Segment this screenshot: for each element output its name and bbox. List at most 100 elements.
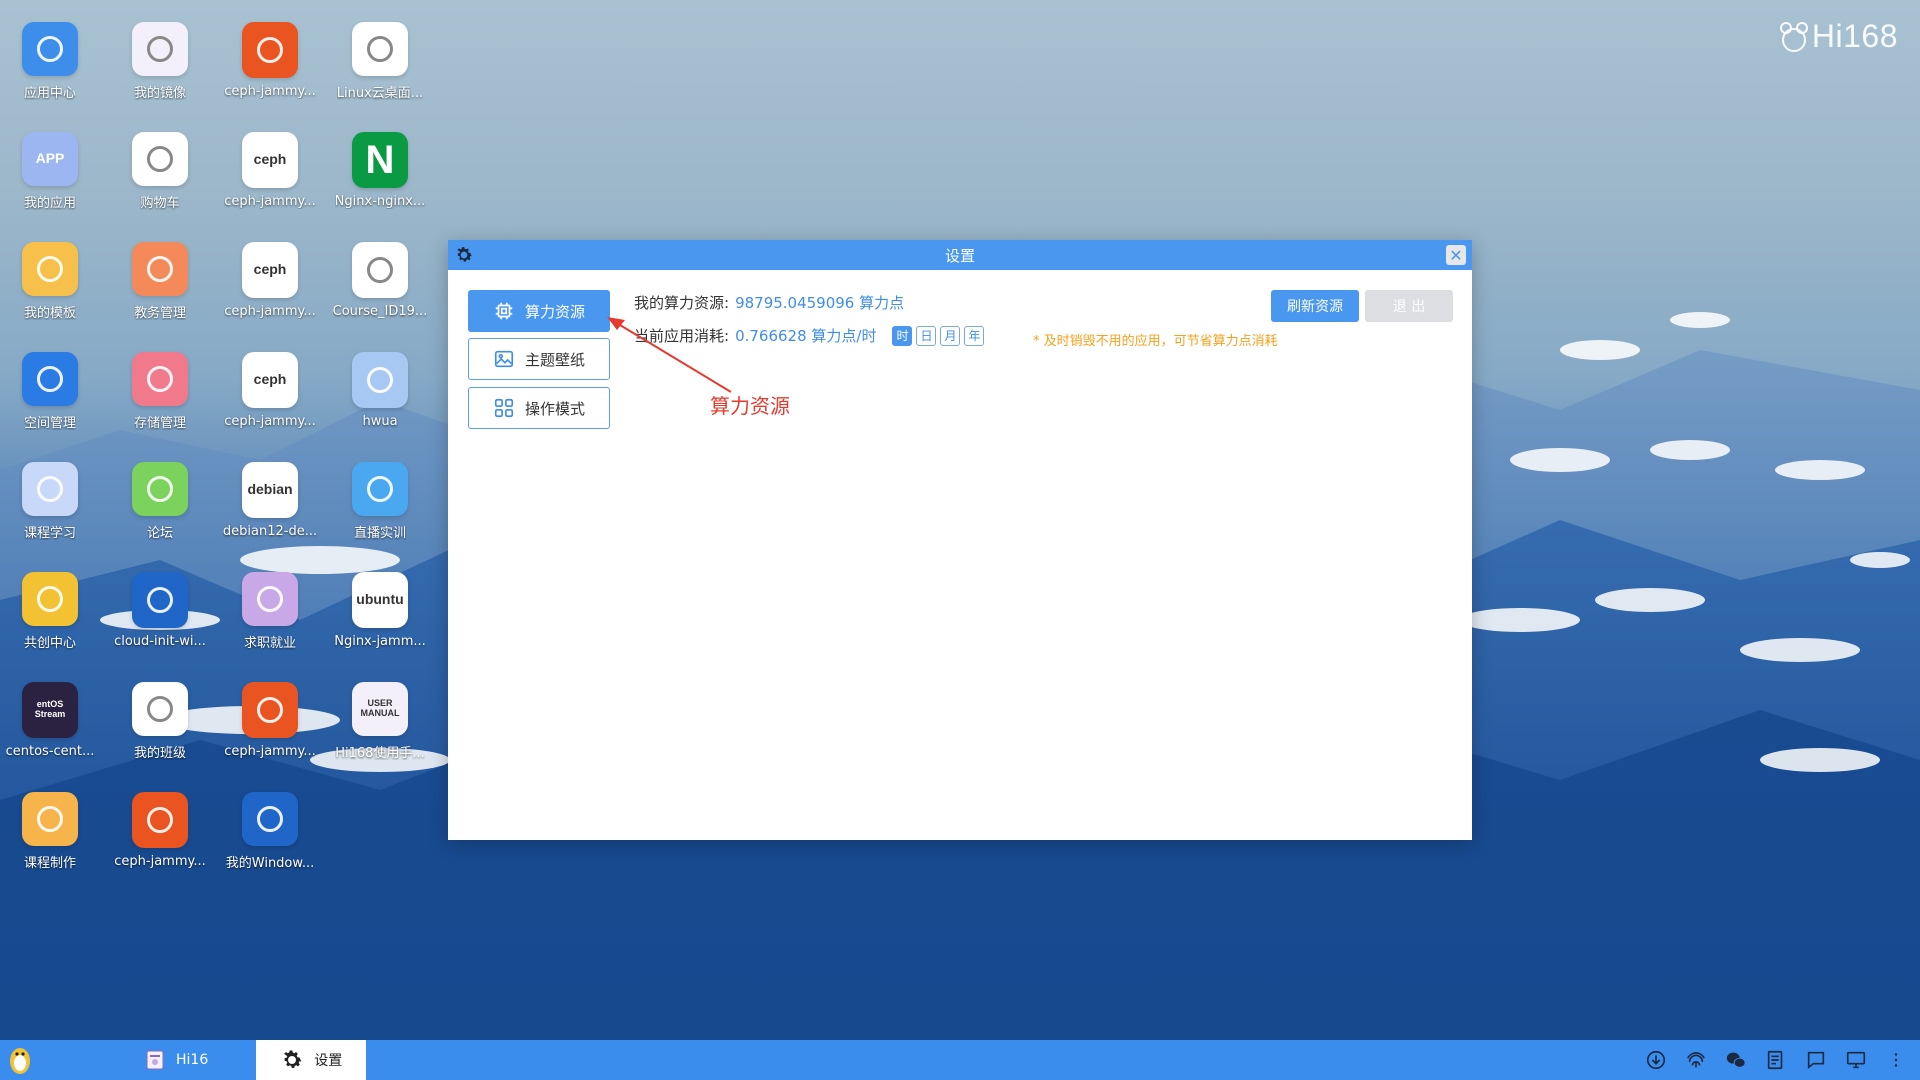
desktop-icon-label: Linux云桌面... [336, 85, 424, 100]
icon-glyph [37, 365, 63, 392]
desktop-icon[interactable]: 课程学习 [0, 440, 100, 540]
icon-badge-text: ceph [253, 151, 287, 168]
more-icon [1894, 1053, 1898, 1067]
dialog-titlebar[interactable]: 设置 ✕ [448, 240, 1472, 270]
taskbar-item-hi16[interactable]: Hi16 [120, 1040, 232, 1080]
gear-icon [284, 1050, 302, 1068]
desktop-icon[interactable]: ubuntu Nginx-jamm... [330, 550, 430, 650]
chat-button[interactable] [1804, 1048, 1828, 1072]
period-year-button[interactable]: 年 [964, 325, 985, 346]
period-month-button[interactable]: 月 [940, 325, 961, 346]
desktop-icon-label: 共创中心 [23, 635, 76, 650]
desktop-icon[interactable]: 空间管理 [0, 330, 100, 430]
desktop-icon[interactable]: 求职就业 [220, 550, 320, 650]
period-hour-button[interactable]: 时 [892, 325, 913, 346]
desktop-icon-label: Hi168使用手... [335, 745, 425, 760]
icon-glyph [37, 475, 63, 502]
desktop-icon[interactable]: hwua [330, 330, 430, 430]
refresh-resource-button[interactable]: 刷新资源 [1271, 290, 1359, 322]
icon-glyph [147, 587, 173, 613]
desktop-icon[interactable]: ceph ceph-jammy... [220, 330, 320, 430]
desktop-icon-label: 我的模板 [23, 305, 76, 320]
desktop-icon-label: ceph-jammy... [224, 744, 316, 759]
tab-compute-resource[interactable]: 算力资源 [468, 290, 610, 332]
start-button[interactable] [0, 1040, 40, 1080]
course-make-icon [22, 792, 78, 846]
desktop-icon[interactable]: ceph-jammy... [220, 0, 320, 100]
icon-glyph [257, 37, 283, 63]
desktop-icon-label: ceph-jammy... [224, 84, 316, 99]
space-icon [22, 352, 78, 406]
mirror-icon [132, 22, 188, 76]
desktop-icon[interactable]: 我的Window... [220, 770, 320, 870]
live-icon [352, 462, 408, 516]
download-button[interactable] [1644, 1048, 1668, 1072]
desktop-icon[interactable]: ceph ceph-jammy... [220, 220, 320, 320]
windows-icon [132, 572, 188, 628]
ubuntu-icon [242, 22, 298, 78]
class-icon [132, 682, 188, 736]
desktop-icon-label: 求职就业 [243, 635, 296, 650]
icon-badge-text: entOS Stream [34, 699, 66, 719]
desktop-icon-label: centos-cent... [5, 744, 95, 759]
desktop-icon-label: 应用中心 [23, 85, 76, 100]
desktop-icon[interactable]: 存储管理 [110, 330, 210, 430]
desktop-icon[interactable]: 我的镜像 [110, 0, 210, 100]
notes-button[interactable] [1764, 1048, 1788, 1072]
desktop-icon[interactable]: ceph-jammy... [110, 770, 210, 870]
settings-dialog: 设置 ✕ 算力资源 主题壁纸 操作模式 我的算力资源: 98795.045909… [448, 240, 1472, 840]
debian-icon: debian [242, 462, 298, 518]
taskbar-item-label: Hi16 [176, 1052, 209, 1068]
desktop-icon[interactable]: cloud-init-wi... [110, 550, 210, 650]
brand-logo: Hi168 [1779, 18, 1898, 55]
close-button[interactable]: ✕ [1446, 245, 1466, 265]
desktop-icon[interactable]: APP 我的应用 [0, 110, 100, 210]
tab-theme-wallpaper[interactable]: 主题壁纸 [468, 338, 610, 380]
taskbar-item-settings[interactable]: 设置 [256, 1040, 367, 1080]
desktop-icon[interactable]: Course_ID19... [330, 220, 430, 320]
desktop-icon[interactable]: debian debian12-de... [220, 440, 320, 540]
desktop-icon[interactable]: 教务管理 [110, 220, 210, 320]
period-day-button[interactable]: 日 [916, 325, 937, 346]
windows-icon [242, 792, 298, 846]
desktop-icon[interactable]: 我的班级 [110, 660, 210, 760]
more-button[interactable] [1884, 1048, 1908, 1072]
gear-icon [457, 247, 472, 262]
tab-label: 主题壁纸 [524, 350, 585, 369]
desktop-icon[interactable]: ceph-jammy... [220, 660, 320, 760]
desktop-icon[interactable]: 课程制作 [0, 770, 100, 870]
exit-button[interactable]: 退 出 [1365, 290, 1453, 322]
fingerprint-button[interactable] [1684, 1048, 1708, 1072]
desktop-icon-label: ceph-jammy... [224, 304, 316, 319]
icon-badge-text: ceph [253, 261, 287, 278]
wechat-button[interactable] [1724, 1048, 1748, 1072]
tab-operation-mode[interactable]: 操作模式 [468, 387, 610, 429]
close-icon: ✕ [1449, 245, 1463, 265]
desktop-icon[interactable]: Linux云桌面... [330, 0, 430, 100]
desktop-icon[interactable]: 直播实训 [330, 440, 430, 540]
desktop-icon-label: 论坛 [146, 525, 173, 540]
chat-icon [1807, 1051, 1825, 1070]
desktop-icon-label: Nginx-jamm... [334, 634, 426, 649]
resource-label: 我的算力资源: [634, 294, 730, 312]
desktop-icon-label: 课程制作 [23, 855, 76, 870]
desktop-icon[interactable]: USER MANUAL Hi168使用手... [330, 660, 430, 760]
notes-icon [1767, 1050, 1783, 1070]
monitor-button[interactable] [1844, 1048, 1868, 1072]
desktop-icon-label: 直播实训 [353, 525, 406, 540]
desktop-icon-label: 我的班级 [133, 745, 186, 760]
desktop-icon[interactable]: ceph ceph-jammy... [220, 110, 320, 210]
icon-badge-text: debian [247, 481, 293, 498]
monitor-icon [1846, 1051, 1866, 1069]
icon-glyph [147, 255, 173, 282]
desktop-icon[interactable]: 应用中心 [0, 0, 100, 100]
desktop-icon[interactable]: 我的模板 [0, 220, 100, 320]
icon-glyph [37, 255, 63, 282]
desktop-icon[interactable]: 论坛 [110, 440, 210, 540]
icon-badge-text: N [365, 138, 395, 182]
desktop-icon[interactable]: N Nginx-nginx... [330, 110, 430, 210]
desktop-icon[interactable]: entOS Stream centos-cent... [0, 660, 100, 760]
paint-icon [352, 352, 408, 408]
desktop-icon[interactable]: 购物车 [110, 110, 210, 210]
desktop-icon[interactable]: 共创中心 [0, 550, 100, 650]
